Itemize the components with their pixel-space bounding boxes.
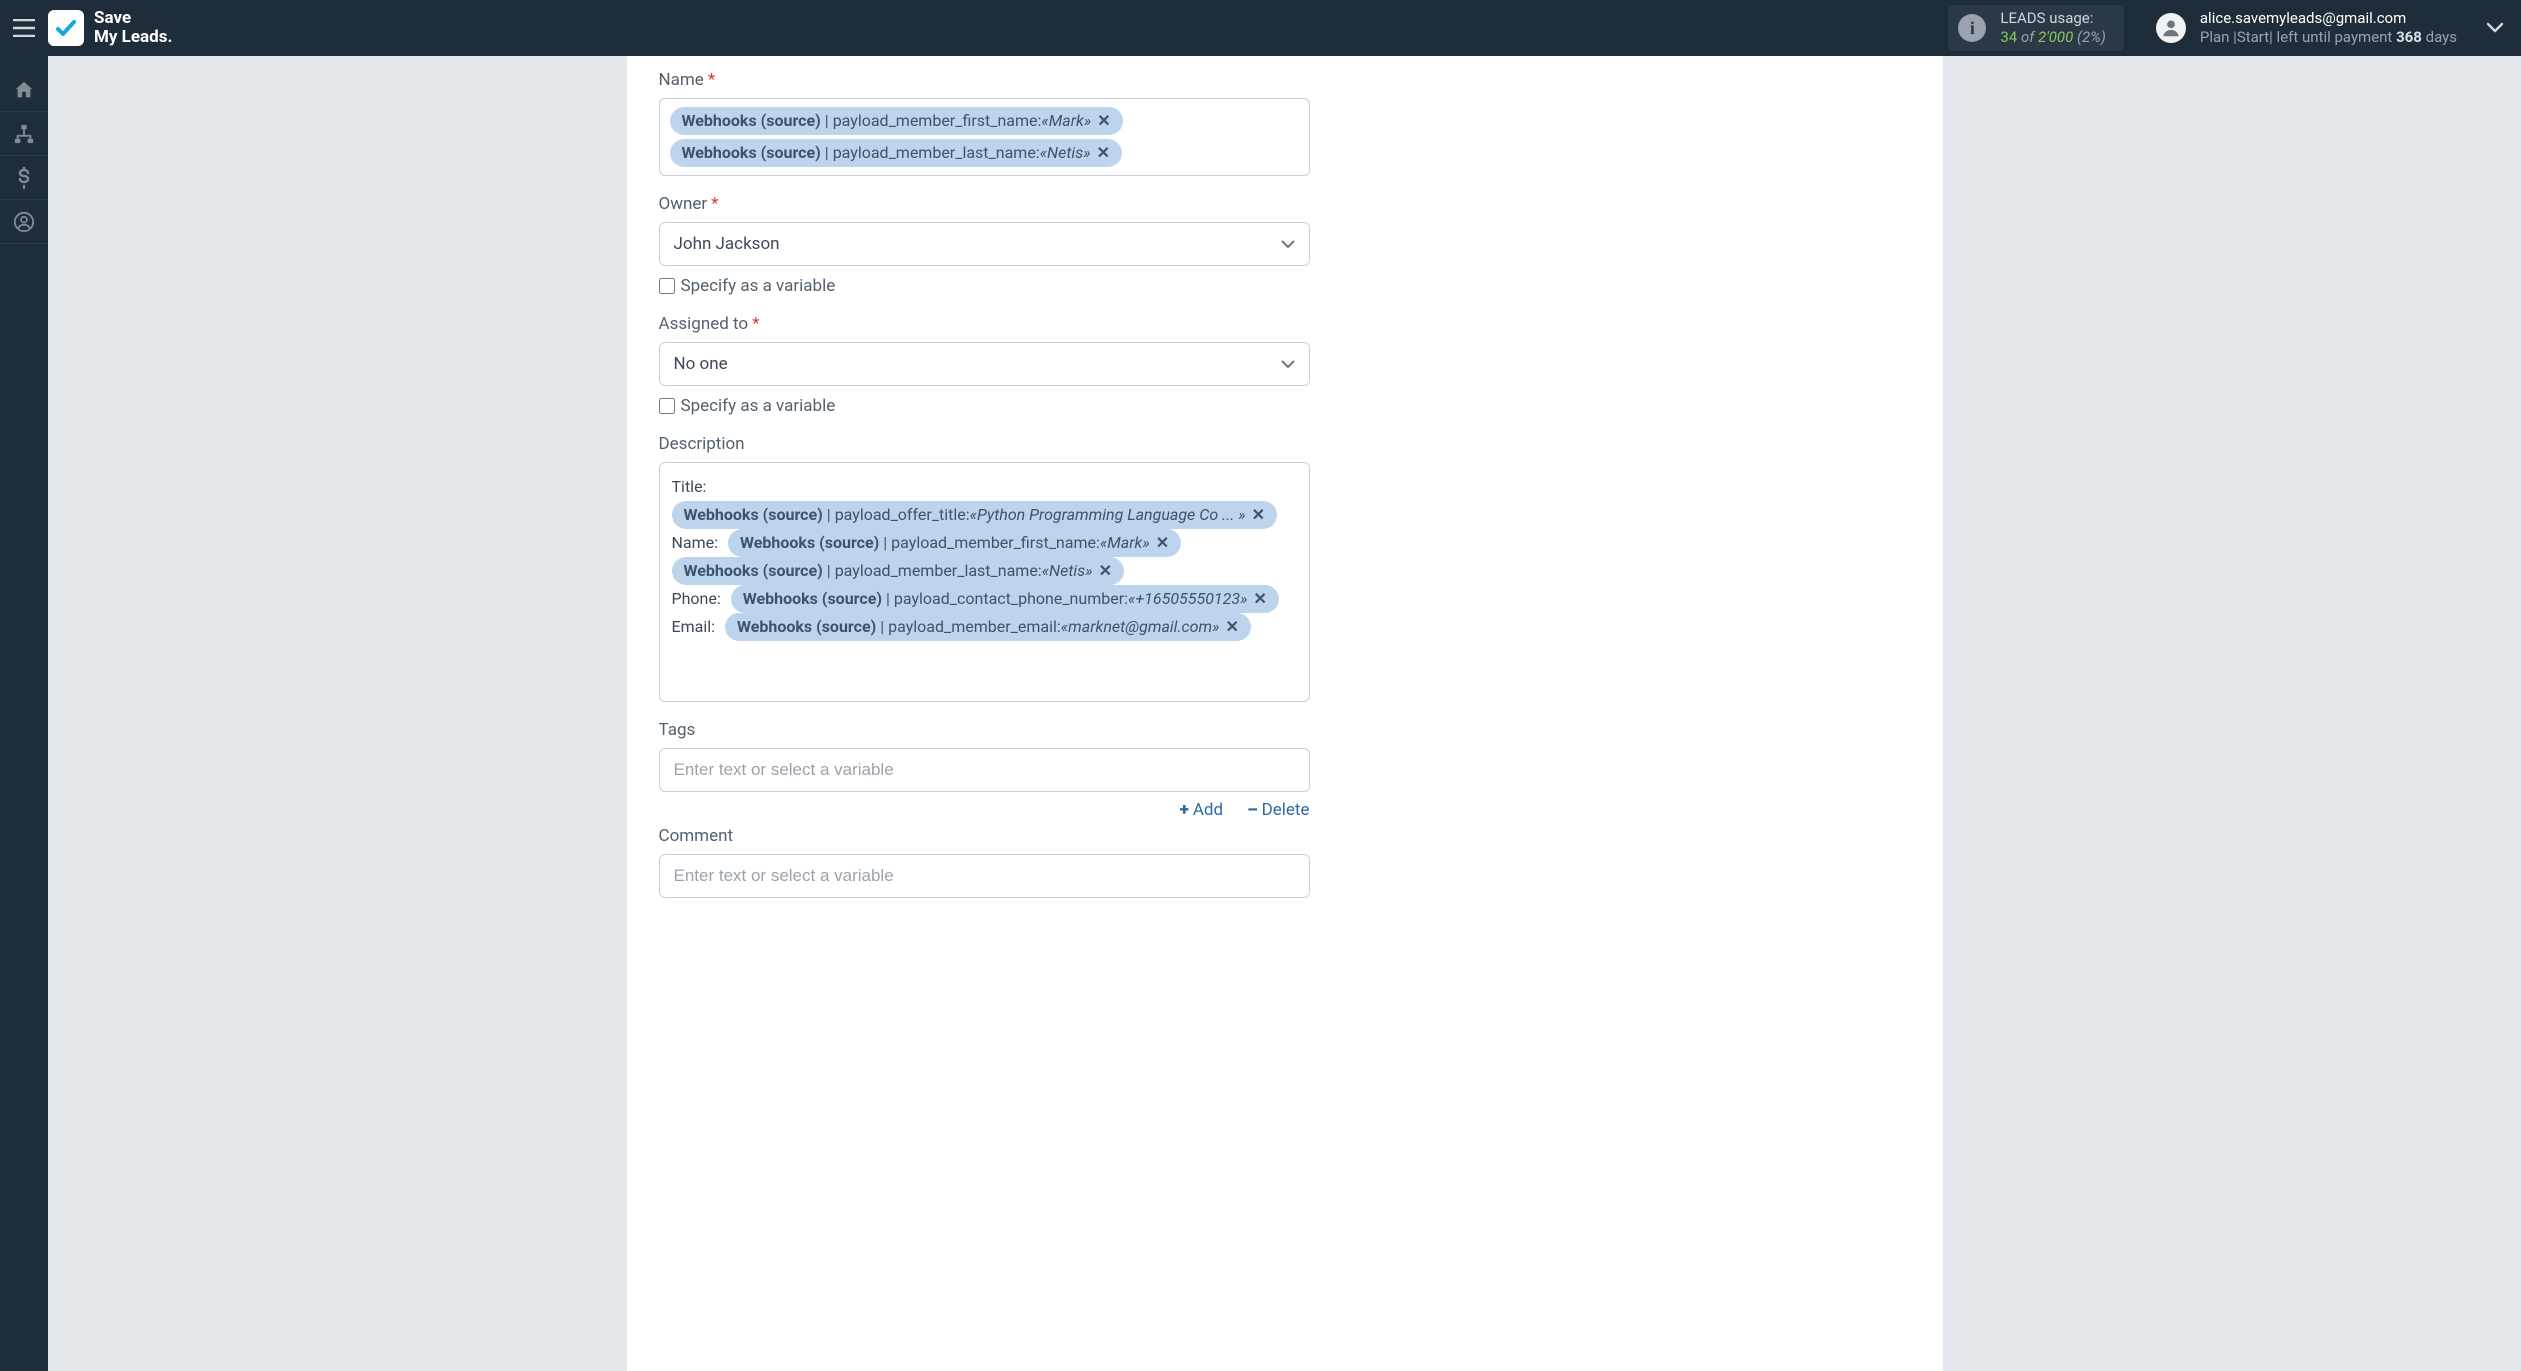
variable-chip[interactable]: Webhooks (source) | payload_member_email… bbox=[725, 613, 1251, 641]
account-block[interactable]: alice.savemyleads@gmail.com Plan |Start|… bbox=[2156, 9, 2457, 47]
assigned-variable-checkbox[interactable] bbox=[659, 398, 675, 414]
topbar: Save My Leads. i LEADS usage: 34 of 2'00… bbox=[0, 0, 2521, 56]
chevron-down-icon bbox=[1281, 234, 1295, 254]
tags-actions: +Add –Delete bbox=[659, 800, 1310, 820]
label-tags: Tags bbox=[659, 720, 1250, 740]
brand-line2: My Leads. bbox=[94, 27, 172, 47]
chip-remove-icon[interactable]: ✕ bbox=[1156, 532, 1169, 554]
usage-of: of bbox=[2021, 28, 2034, 46]
field-description: Description Title: Webhooks (source) | p… bbox=[659, 434, 1250, 702]
info-icon: i bbox=[1958, 14, 1986, 42]
variable-chip[interactable]: Webhooks (source) | payload_contact_phon… bbox=[731, 585, 1279, 613]
brand-text: Save My Leads. bbox=[94, 9, 172, 46]
chip-remove-icon[interactable]: ✕ bbox=[1097, 142, 1110, 164]
nav-billing[interactable] bbox=[0, 156, 48, 200]
form-sheet: Name* Webhooks (source) | payload_member… bbox=[627, 56, 1943, 1371]
field-owner: Owner* John Jackson Specify as a variabl… bbox=[659, 194, 1250, 296]
usage-pct: (2%) bbox=[2077, 28, 2106, 46]
assigned-variable-toggle[interactable]: Specify as a variable bbox=[659, 396, 1250, 416]
name-input[interactable]: Webhooks (source) | payload_member_first… bbox=[659, 98, 1310, 176]
field-name: Name* Webhooks (source) | payload_member… bbox=[659, 70, 1250, 176]
nav-account[interactable] bbox=[0, 200, 48, 244]
variable-chip[interactable]: Webhooks (source) | payload_member_last_… bbox=[670, 139, 1122, 167]
dollar-icon bbox=[17, 167, 31, 189]
field-comment: Comment bbox=[659, 826, 1250, 898]
account-lines: alice.savemyleads@gmail.com Plan |Start|… bbox=[2200, 9, 2457, 47]
owner-variable-label: Specify as a variable bbox=[681, 276, 836, 296]
brand[interactable]: Save My Leads. bbox=[48, 9, 172, 46]
chevron-down-icon bbox=[2486, 22, 2504, 34]
tags-add-link[interactable]: +Add bbox=[1180, 800, 1223, 820]
required-icon: * bbox=[708, 70, 715, 90]
assigned-variable-label: Specify as a variable bbox=[681, 396, 836, 416]
label-comment: Comment bbox=[659, 826, 1250, 846]
tags-input-wrap[interactable] bbox=[659, 748, 1310, 792]
chip-remove-icon[interactable]: ✕ bbox=[1225, 616, 1238, 638]
required-icon: * bbox=[752, 314, 759, 334]
owner-variable-checkbox[interactable] bbox=[659, 278, 675, 294]
tags-input[interactable] bbox=[674, 760, 1295, 780]
owner-select[interactable]: John Jackson bbox=[659, 222, 1310, 266]
tags-delete-link[interactable]: –Delete bbox=[1247, 800, 1309, 820]
usage-text: LEADS usage: 34 of 2'000 (2%) bbox=[2000, 9, 2106, 47]
description-line-prefix: Email: bbox=[672, 617, 715, 636]
label-assigned: Assigned to* bbox=[659, 314, 1250, 334]
owner-value: John Jackson bbox=[674, 234, 780, 254]
nav-connections[interactable] bbox=[0, 112, 48, 156]
owner-variable-toggle[interactable]: Specify as a variable bbox=[659, 276, 1250, 296]
description-line: Phone: Webhooks (source) | payload_conta… bbox=[672, 585, 1297, 613]
usage-total: 2'000 bbox=[2038, 28, 2073, 46]
account-plan: Plan |Start| left until payment 368 days bbox=[2200, 28, 2457, 47]
avatar-icon bbox=[2156, 13, 2186, 43]
field-tags: Tags +Add –Delete bbox=[659, 720, 1250, 820]
account-caret[interactable] bbox=[2477, 10, 2513, 46]
comment-input[interactable] bbox=[674, 866, 1295, 886]
brand-line1: Save bbox=[94, 8, 131, 28]
logo-icon bbox=[48, 10, 84, 46]
description-line: Name: Webhooks (source) | payload_member… bbox=[672, 529, 1297, 585]
label-description: Description bbox=[659, 434, 1250, 454]
chevron-down-icon bbox=[1281, 354, 1295, 374]
label-name: Name* bbox=[659, 70, 1250, 90]
comment-input-wrap[interactable] bbox=[659, 854, 1310, 898]
variable-chip[interactable]: Webhooks (source) | payload_offer_title:… bbox=[672, 501, 1278, 529]
description-line-prefix: Name: bbox=[672, 533, 719, 552]
sitemap-icon bbox=[13, 123, 35, 145]
account-email: alice.savemyleads@gmail.com bbox=[2200, 9, 2457, 28]
nav-home[interactable] bbox=[0, 68, 48, 112]
assigned-select[interactable]: No one bbox=[659, 342, 1310, 386]
hamburger-menu[interactable] bbox=[0, 0, 48, 56]
plus-icon: + bbox=[1180, 800, 1189, 820]
chip-remove-icon[interactable]: ✕ bbox=[1252, 504, 1265, 526]
user-icon bbox=[13, 211, 35, 233]
assigned-value: No one bbox=[674, 354, 728, 374]
description-line: Email: Webhooks (source) | payload_membe… bbox=[672, 613, 1297, 641]
usage-title: LEADS usage: bbox=[2000, 9, 2106, 28]
required-icon: * bbox=[711, 194, 718, 214]
chip-remove-icon[interactable]: ✕ bbox=[1099, 560, 1112, 582]
usage-used: 34 bbox=[2000, 28, 2017, 46]
description-input[interactable]: Title: Webhooks (source) | payload_offer… bbox=[659, 462, 1310, 702]
left-rail bbox=[0, 56, 48, 1371]
chip-remove-icon[interactable]: ✕ bbox=[1253, 588, 1266, 610]
hamburger-icon bbox=[13, 19, 35, 37]
chip-remove-icon[interactable]: ✕ bbox=[1097, 110, 1110, 132]
description-line-prefix: Title: bbox=[672, 477, 707, 496]
field-assigned: Assigned to* No one Specify as a variabl… bbox=[659, 314, 1250, 416]
description-line: Title: Webhooks (source) | payload_offer… bbox=[672, 473, 1297, 529]
variable-chip[interactable]: Webhooks (source) | payload_member_first… bbox=[670, 107, 1123, 135]
minus-icon: – bbox=[1247, 800, 1258, 820]
variable-chip[interactable]: Webhooks (source) | payload_member_last_… bbox=[672, 557, 1124, 585]
variable-chip[interactable]: Webhooks (source) | payload_member_first… bbox=[728, 529, 1181, 557]
canvas: Name* Webhooks (source) | payload_member… bbox=[48, 56, 2521, 1371]
label-owner: Owner* bbox=[659, 194, 1250, 214]
description-line-prefix: Phone: bbox=[672, 589, 721, 608]
usage-box[interactable]: i LEADS usage: 34 of 2'000 (2%) bbox=[1948, 5, 2124, 51]
home-icon bbox=[13, 79, 35, 101]
